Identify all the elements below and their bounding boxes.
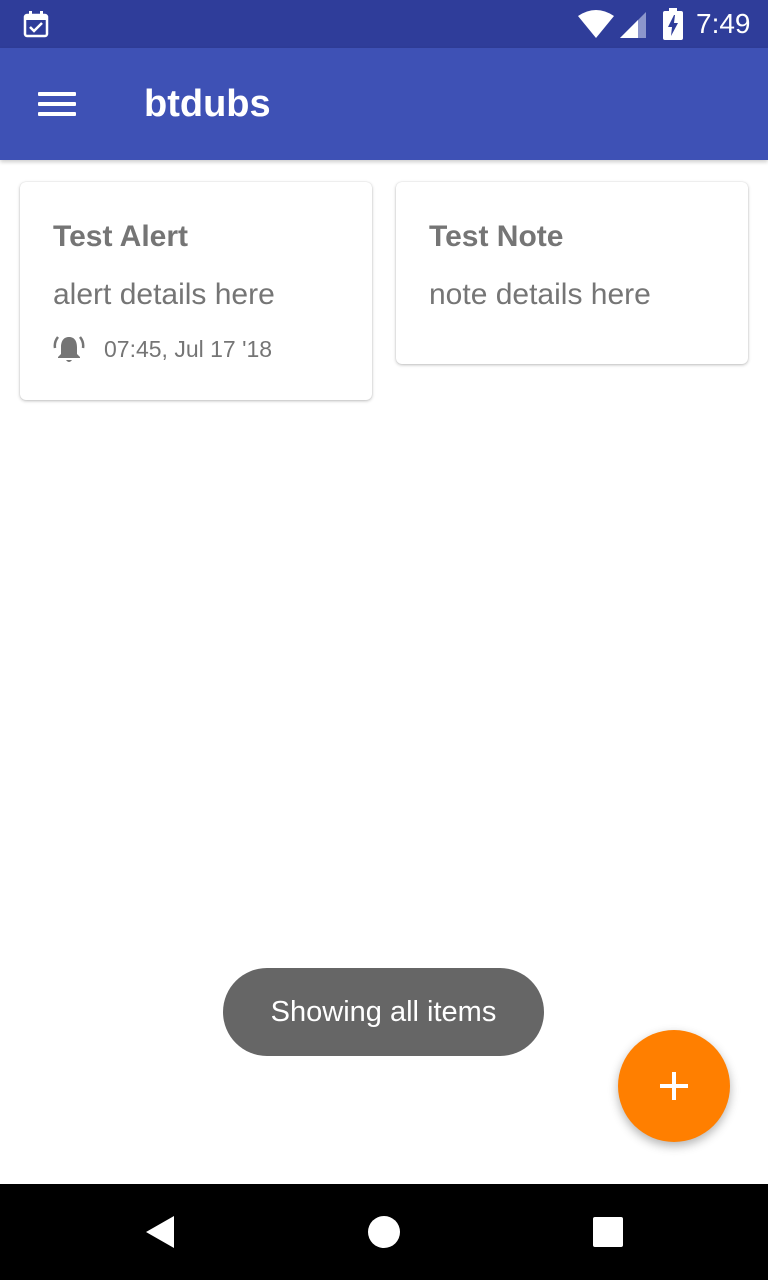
cell-signal-icon <box>620 12 646 38</box>
card-title: Test Note <box>429 220 564 253</box>
status-time: 7:49 <box>696 8 751 39</box>
back-icon[interactable] <box>132 1204 188 1260</box>
card-title: Test Alert <box>53 220 189 253</box>
home-icon[interactable] <box>356 1204 412 1260</box>
app-title: btdubs <box>144 83 271 125</box>
hamburger-menu-icon[interactable] <box>24 80 88 128</box>
note-card[interactable]: Test Note note details here <box>396 182 748 364</box>
recents-icon[interactable] <box>580 1204 636 1260</box>
app-bar: btdubs <box>0 48 768 160</box>
card-details: alert details here <box>53 278 275 311</box>
toast: Showing all items <box>223 968 544 1056</box>
battery-charging-icon <box>663 8 683 40</box>
alarm-time-row: 07:45, Jul 17 '18 <box>53 332 272 366</box>
navigation-bar <box>0 1184 768 1280</box>
alarm-bell-icon <box>53 336 85 362</box>
status-bar: 7:49 <box>0 0 768 48</box>
add-item-button[interactable] <box>618 1030 730 1142</box>
alarm-time: 07:45, Jul 17 '18 <box>104 335 273 362</box>
alert-card[interactable]: Test Alert alert details here 07:45, Jul… <box>20 182 372 400</box>
card-details: note details here <box>429 278 651 311</box>
calendar-check-icon <box>23 11 49 38</box>
toast-message: Showing all items <box>270 995 497 1028</box>
plus-icon <box>660 1072 688 1100</box>
wifi-icon <box>578 10 614 38</box>
